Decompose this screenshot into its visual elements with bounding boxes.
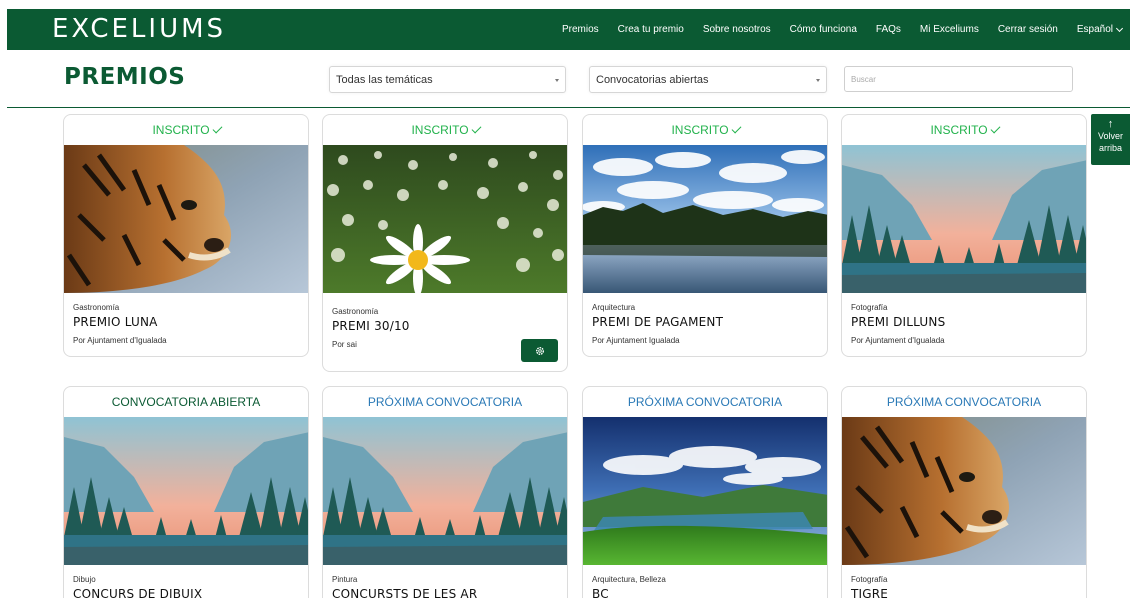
check-icon bbox=[990, 123, 1001, 134]
card-title[interactable]: CONCURSTS DE LES AR bbox=[332, 587, 558, 598]
status-label: INSCRITO bbox=[152, 123, 210, 137]
award-card-premi-30-10[interactable]: INSCRITO Gastronomía PREMI 30/10 Por sai bbox=[322, 114, 568, 372]
search-placeholder: Buscar bbox=[851, 75, 876, 84]
status-label: INSCRITO bbox=[411, 123, 469, 137]
caret-down-icon bbox=[816, 79, 820, 82]
card-status: INSCRITO bbox=[323, 115, 567, 145]
gear-icon bbox=[535, 346, 544, 355]
card-body: Fotografía TIGRE bbox=[842, 565, 1086, 598]
back-to-top-line1: Volver bbox=[1097, 131, 1123, 141]
card-category: Fotografía bbox=[851, 303, 888, 312]
main-nav: Premios Crea tu premio Sobre nosotros Có… bbox=[543, 9, 1124, 50]
nav-premios[interactable]: Premios bbox=[562, 24, 599, 35]
check-icon bbox=[212, 123, 223, 134]
award-card-premi-de-pagament[interactable]: INSCRITO Arquitectura PREMI DE PAGAMENT … bbox=[582, 114, 828, 357]
status-select-value: Convocatorias abiertas bbox=[596, 74, 709, 86]
card-status: INSCRITO bbox=[64, 115, 308, 145]
status-label: INSCRITO bbox=[930, 123, 988, 137]
language-label: Español bbox=[1076, 24, 1113, 35]
search-input[interactable]: Buscar bbox=[844, 66, 1073, 92]
card-title[interactable]: TIGRE bbox=[851, 587, 1077, 598]
top-navbar: EXCELIUMS Premios Crea tu premio Sobre n… bbox=[7, 9, 1130, 50]
award-card-concursts-de-les-ar[interactable]: PRÓXIMA CONVOCATORIA Pintura CONCURSTS D… bbox=[322, 386, 568, 598]
card-status: PRÓXIMA CONVOCATORIA bbox=[886, 395, 1042, 409]
card-body: Dibujo CONCURS DE DIBUIX bbox=[64, 565, 308, 598]
status-select[interactable]: Convocatorias abiertas bbox=[589, 66, 827, 93]
award-card-bc[interactable]: PRÓXIMA CONVOCATORIA Arquitectura, Belle… bbox=[582, 386, 828, 598]
award-card-tigre[interactable]: PRÓXIMA CONVOCATORIA Fotografía TIGRE bbox=[841, 386, 1087, 598]
card-body: Fotografía PREMI DILLUNS Por Ajuntament … bbox=[842, 293, 1086, 345]
award-card-premi-dilluns[interactable]: INSCRITO Fotografía PREMI DILLUNS Por Aj… bbox=[841, 114, 1087, 357]
page-title: PREMIOS bbox=[64, 64, 186, 90]
site-logo[interactable]: EXCELIUMS bbox=[52, 14, 226, 44]
card-category: Pintura bbox=[332, 575, 358, 584]
check-icon bbox=[471, 123, 482, 134]
card-category: Fotografía bbox=[851, 575, 888, 584]
card-status: PRÓXIMA CONVOCATORIA bbox=[627, 395, 783, 409]
nav-cerrar-sesion[interactable]: Cerrar sesión bbox=[998, 24, 1058, 35]
nav-crea-tu-premio[interactable]: Crea tu premio bbox=[618, 24, 684, 35]
header-divider bbox=[7, 107, 1130, 108]
card-body: Pintura CONCURSTS DE LES AR bbox=[323, 565, 567, 598]
card-title[interactable]: PREMI DILLUNS bbox=[851, 315, 1077, 329]
daisy-photo[interactable] bbox=[323, 145, 567, 293]
card-category: Dibujo bbox=[73, 575, 96, 584]
back-to-top-line2: arriba bbox=[1098, 143, 1122, 153]
card-organizer: Por Ajuntament Igualada bbox=[592, 336, 680, 345]
card-title[interactable]: BC bbox=[592, 587, 818, 598]
tiger-photo[interactable] bbox=[64, 145, 308, 293]
nav-mi-exceliums[interactable]: Mi Exceliums bbox=[920, 24, 979, 35]
card-category: Arquitectura bbox=[592, 303, 636, 312]
arrow-up-icon: ↑ bbox=[1107, 118, 1114, 130]
award-card-premio-luna[interactable]: INSCRITO Gastronomía PREMIO LUNA Por Aju… bbox=[63, 114, 309, 357]
card-body: Arquitectura PREMI DE PAGAMENT Por Ajunt… bbox=[583, 293, 827, 345]
lake-clouds-photo[interactable] bbox=[583, 145, 827, 293]
valley-forest-photo[interactable] bbox=[64, 417, 308, 565]
caret-down-icon bbox=[555, 79, 559, 82]
card-status: CONVOCATORIA ABIERTA bbox=[111, 395, 261, 409]
check-icon bbox=[731, 123, 742, 134]
card-category: Arquitectura, Belleza bbox=[592, 575, 666, 584]
card-category: Gastronomía bbox=[332, 307, 379, 316]
nav-como-funciona[interactable]: Cómo funciona bbox=[790, 24, 857, 35]
card-title[interactable]: PREMIO LUNA bbox=[73, 315, 299, 329]
language-selector[interactable]: Español bbox=[1076, 24, 1124, 35]
theme-select[interactable]: Todas las temáticas bbox=[329, 66, 566, 93]
status-label: INSCRITO bbox=[671, 123, 729, 137]
green-landscape-photo[interactable] bbox=[583, 417, 827, 565]
chevron-down-icon bbox=[1115, 24, 1124, 32]
back-to-top-button[interactable]: ↑ Volver arriba bbox=[1091, 114, 1130, 165]
card-body: Arquitectura, Belleza BC bbox=[583, 565, 827, 598]
valley-forest-photo[interactable] bbox=[323, 417, 567, 565]
theme-select-value: Todas las temáticas bbox=[336, 74, 433, 86]
card-organizer: Por Ajuntament d'Igualada bbox=[73, 336, 167, 345]
tiger-photo[interactable] bbox=[842, 417, 1086, 565]
card-status: PRÓXIMA CONVOCATORIA bbox=[367, 395, 523, 409]
settings-button[interactable] bbox=[521, 339, 558, 362]
card-title[interactable]: PREMI 30/10 bbox=[332, 319, 558, 333]
card-status: INSCRITO bbox=[583, 115, 827, 145]
award-card-concurs-de-dibuix[interactable]: CONVOCATORIA ABIERTA Dibujo CONCURS DE D… bbox=[63, 386, 309, 598]
card-organizer: Por Ajuntament d'Igualada bbox=[851, 336, 945, 345]
card-status: INSCRITO bbox=[842, 115, 1086, 145]
card-category: Gastronomía bbox=[73, 303, 120, 312]
card-title[interactable]: PREMI DE PAGAMENT bbox=[592, 315, 818, 329]
nav-faqs[interactable]: FAQs bbox=[876, 24, 901, 35]
card-title[interactable]: CONCURS DE DIBUIX bbox=[73, 587, 299, 598]
nav-sobre-nosotros[interactable]: Sobre nosotros bbox=[703, 24, 771, 35]
card-body: Gastronomía PREMIO LUNA Por Ajuntament d… bbox=[64, 293, 308, 345]
valley-forest-photo[interactable] bbox=[842, 145, 1086, 293]
